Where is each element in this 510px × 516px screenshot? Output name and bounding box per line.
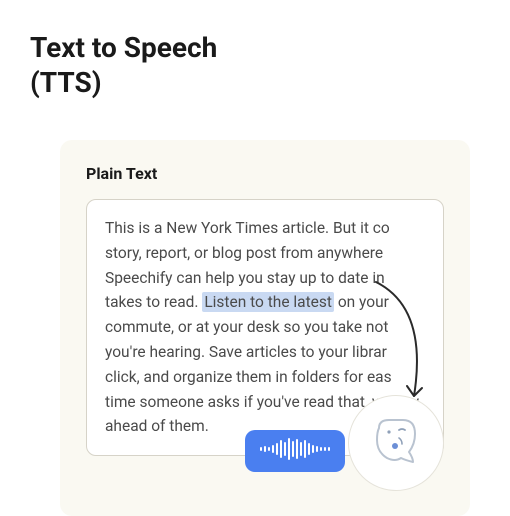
card-label: Plain Text [86,164,444,183]
page-title: Text to Speech (TTS) [0,0,510,100]
audio-waveform-icon [260,438,330,464]
highlighted-phrase: Listen to the latest [202,292,334,312]
voice-avatar[interactable] [348,395,444,491]
title-line1: Text to Speech [30,31,217,64]
title-line2: (TTS) [30,66,102,99]
audio-waveform-button[interactable] [245,430,345,472]
speaking-face-icon [369,414,423,472]
